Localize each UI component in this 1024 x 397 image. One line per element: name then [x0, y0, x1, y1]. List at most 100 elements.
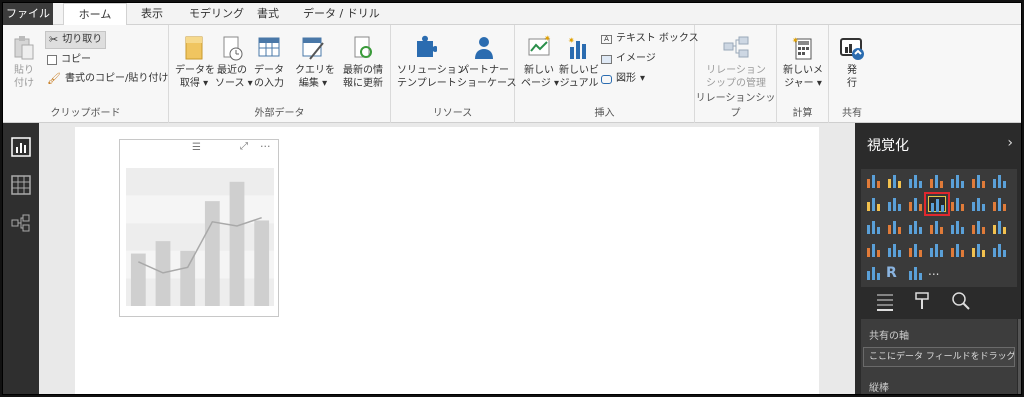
filled-map-icon[interactable]	[949, 219, 967, 235]
calculations-group-label: 計算	[792, 108, 813, 119]
textbox-icon: A	[601, 34, 612, 44]
map-icon[interactable]	[928, 219, 946, 235]
area-chart-icon[interactable]	[865, 196, 883, 212]
matrix-icon[interactable]	[970, 242, 988, 258]
enter-label-2: の入力	[254, 78, 284, 89]
scatter-icon[interactable]	[991, 196, 1009, 212]
pane-scrollbar[interactable]	[1018, 319, 1021, 394]
paste-icon	[14, 36, 34, 60]
report-view-icon[interactable]	[11, 137, 31, 157]
get-data-label-2: 取得	[179, 78, 200, 89]
globe-icon[interactable]	[907, 265, 925, 281]
more-options-icon[interactable]: ···	[260, 140, 271, 153]
chart-plot	[126, 168, 274, 306]
new-measure-button[interactable]: ✷ 新しいメ ジャー ▾	[781, 35, 825, 90]
paste-button[interactable]: 貼り 付け	[9, 35, 39, 90]
stacked-bar-icon[interactable]	[865, 173, 883, 189]
treemap-icon[interactable]	[907, 219, 925, 235]
kpi-icon[interactable]	[928, 242, 946, 258]
card-icon[interactable]	[886, 242, 904, 258]
publish-button[interactable]: 発 行	[835, 35, 869, 90]
solution-label-2: テンプレート	[397, 78, 457, 89]
refresh-label-2: 報に更新	[343, 78, 383, 89]
calculations-group: ✷ 新しいメ ジャー ▾ 計算	[777, 25, 829, 123]
100pct-column-icon[interactable]	[970, 173, 988, 189]
clustered-column-icon[interactable]	[928, 173, 946, 189]
enter-label-1: データ	[254, 65, 284, 76]
table-visual-icon[interactable]	[970, 219, 988, 235]
publish-label-1: 発	[847, 65, 857, 76]
line-chart-icon[interactable]	[991, 173, 1009, 189]
grid-band	[126, 168, 274, 196]
ribbon-chart-icon[interactable]	[949, 196, 967, 212]
new-page-icon: ✷	[528, 35, 551, 56]
focus-mode-icon[interactable]: ⤢	[240, 141, 248, 152]
insert-group: ✷ 新しい ページ ▾ ✷ 新しいビ ジュアル A テキスト ボックス イメージ…	[515, 25, 699, 123]
more-visuals-icon[interactable]: ...	[928, 265, 946, 281]
relationships-group: リレーション シップの管理 リレーションシップ	[695, 25, 777, 123]
line-clustered-column-icon[interactable]	[924, 192, 950, 216]
solution-templates-button[interactable]: ソリューション テンプレート	[397, 35, 467, 90]
edit-queries-button[interactable]: クエリを 編集 ▾	[295, 35, 335, 90]
tab-data-drill[interactable]: データ / ドリル	[293, 3, 390, 25]
pane-tabs	[867, 289, 1007, 315]
drag-handle-icon[interactable]: ☰	[192, 142, 201, 153]
multirow-card-icon[interactable]	[907, 242, 925, 258]
shared-axis-dropzone[interactable]: ここにデータ フィールドをドラッグし...	[863, 347, 1015, 367]
tab-home[interactable]: ホーム	[63, 3, 127, 26]
collapse-chevron-icon[interactable]: ›	[1007, 135, 1013, 151]
textbox-label: テキスト ボックス	[616, 33, 699, 44]
new-visual-button[interactable]: ✷ 新しいビ ジュアル	[559, 35, 599, 90]
app-window: ファイル ホーム 表示 モデリング 書式 データ / ドリル 貼り 付け ✂ 切…	[2, 2, 1022, 395]
line-column-icon[interactable]	[907, 196, 925, 212]
image-label: イメージ	[616, 53, 656, 64]
get-data-button[interactable]: データを 取得 ▾	[175, 35, 215, 90]
new-page-button[interactable]: ✷ 新しい ページ ▾	[521, 35, 559, 90]
grid-band	[126, 195, 274, 224]
enter-data-button[interactable]: データ の入力	[251, 35, 287, 90]
svg-text:✷: ✷	[544, 35, 551, 43]
waterfall-icon[interactable]	[970, 196, 988, 212]
format-roller-icon[interactable]	[913, 291, 933, 311]
stacked-area-icon[interactable]	[886, 196, 904, 212]
fields-tab-icon[interactable]	[875, 291, 895, 311]
stacked-column-icon[interactable]	[886, 173, 904, 189]
new-page-label-1: 新しい	[524, 65, 554, 76]
shapes-icon	[601, 74, 612, 84]
donut-icon[interactable]	[865, 265, 883, 281]
slicer-icon[interactable]	[949, 242, 967, 258]
column-line-chart-visual[interactable]: ☰ ⤢ ···	[119, 139, 279, 317]
tab-format[interactable]: 書式	[247, 3, 289, 25]
gauge-icon[interactable]	[865, 242, 883, 258]
report-page[interactable]: ☰ ⤢ ···	[75, 127, 819, 394]
table-icon	[258, 37, 280, 57]
image-button[interactable]: イメージ	[601, 51, 656, 67]
tab-file[interactable]: ファイル	[3, 3, 53, 25]
data-view-icon[interactable]	[11, 175, 31, 195]
clustered-bar-icon[interactable]	[907, 173, 925, 189]
r-visual-icon[interactable]: R	[886, 265, 904, 281]
clipboard-group-label: クリップボード	[50, 108, 121, 119]
textbox-button[interactable]: A テキスト ボックス	[601, 31, 699, 47]
recent-sources-button[interactable]: 最近の ソース ▾	[215, 35, 253, 90]
shapes-button[interactable]: 図形 ▾	[601, 71, 645, 87]
100pct-bar-icon[interactable]	[949, 173, 967, 189]
pie-icon[interactable]	[865, 219, 883, 235]
share-group: 発 行 共有	[829, 25, 875, 123]
manage-relationships-button[interactable]: リレーション シップの管理	[701, 35, 771, 90]
cut-button[interactable]: ✂ 切り取り	[45, 31, 107, 49]
cut-label: 切り取り	[62, 34, 103, 45]
copy-button[interactable]: コピー	[47, 52, 91, 68]
funnel-icon[interactable]	[991, 219, 1009, 235]
refresh-button[interactable]: 最新の情 報に更新	[341, 35, 385, 90]
analytics-icon[interactable]	[951, 291, 971, 311]
tab-modeling[interactable]: モデリング	[179, 3, 254, 25]
new-measure-label-1: 新しいメ	[783, 65, 823, 76]
arcgis-icon[interactable]	[991, 242, 1009, 258]
manage-rel-label-2: シップの管理	[706, 78, 766, 89]
relationship-view-icon[interactable]	[11, 213, 31, 233]
format-painter-button[interactable]: 🖌 書式のコピー/貼り付け	[47, 71, 168, 87]
tab-view[interactable]: 表示	[131, 3, 173, 25]
donut-map-icon[interactable]	[886, 219, 904, 235]
partner-showcase-button[interactable]: パートナー ショーケース	[457, 35, 517, 90]
